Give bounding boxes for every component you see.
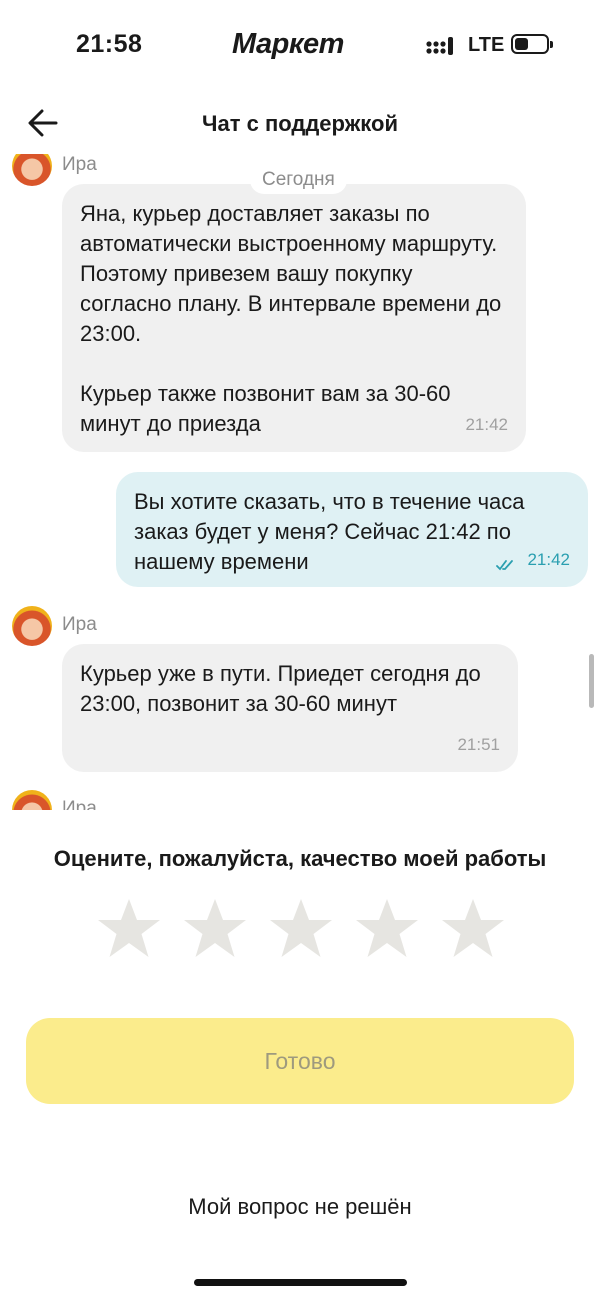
message-text: Курьер уже в пути. Приедет сегодня до 23…: [80, 661, 481, 716]
message-bubble-outgoing: Вы хотите сказать, что в течение часа за…: [116, 472, 588, 587]
sender-name: Ира: [62, 154, 97, 175]
done-button[interactable]: Готово: [26, 1018, 574, 1104]
star-icon[interactable]: [268, 896, 334, 962]
double-check-icon: [496, 560, 513, 571]
chat-scrollbar[interactable]: [589, 654, 594, 708]
signal-icon: [426, 37, 453, 55]
battery-icon: [511, 34, 553, 54]
star-icon[interactable]: [440, 896, 506, 962]
star-rating[interactable]: [96, 896, 506, 966]
message-text: Яна, курьер доставляет заказы по автомат…: [80, 201, 502, 436]
star-icon[interactable]: [96, 896, 162, 962]
chat-header: Чат с поддержкой: [0, 92, 600, 154]
avatar: [12, 154, 52, 186]
status-time: 21:58: [76, 30, 143, 58]
message-bubble-incoming: Яна, курьер доставляет заказы по автомат…: [62, 184, 526, 452]
message-time: 21:51: [457, 735, 500, 754]
rating-prompt: Оцените, пожалуйста, качество моей работ…: [53, 846, 547, 871]
app-logo: Маркет: [232, 28, 344, 60]
status-bar: 21:58 Маркет LTE: [0, 0, 600, 92]
message-time: 21:42: [527, 550, 570, 569]
sender-name: Ира: [62, 614, 97, 635]
star-icon[interactable]: [354, 896, 420, 962]
question-not-solved-button[interactable]: Мой вопрос не решён: [0, 1194, 600, 1220]
message-bubble-incoming: Курьер уже в пути. Приедет сегодня до 23…: [62, 644, 518, 772]
page-title: Чат с поддержкой: [202, 111, 398, 136]
avatar: [12, 606, 52, 646]
sender-name: Ира: [62, 798, 97, 810]
network-type: LTE: [468, 34, 505, 56]
star-icon[interactable]: [182, 896, 248, 962]
date-separator: Сегодня: [250, 166, 347, 194]
message-time: 21:42: [465, 415, 508, 434]
avatar: [12, 790, 52, 810]
chat-thread[interactable]: Ира Яна, курьер доставляет заказы по авт…: [0, 154, 600, 810]
home-indicator[interactable]: [194, 1279, 407, 1286]
